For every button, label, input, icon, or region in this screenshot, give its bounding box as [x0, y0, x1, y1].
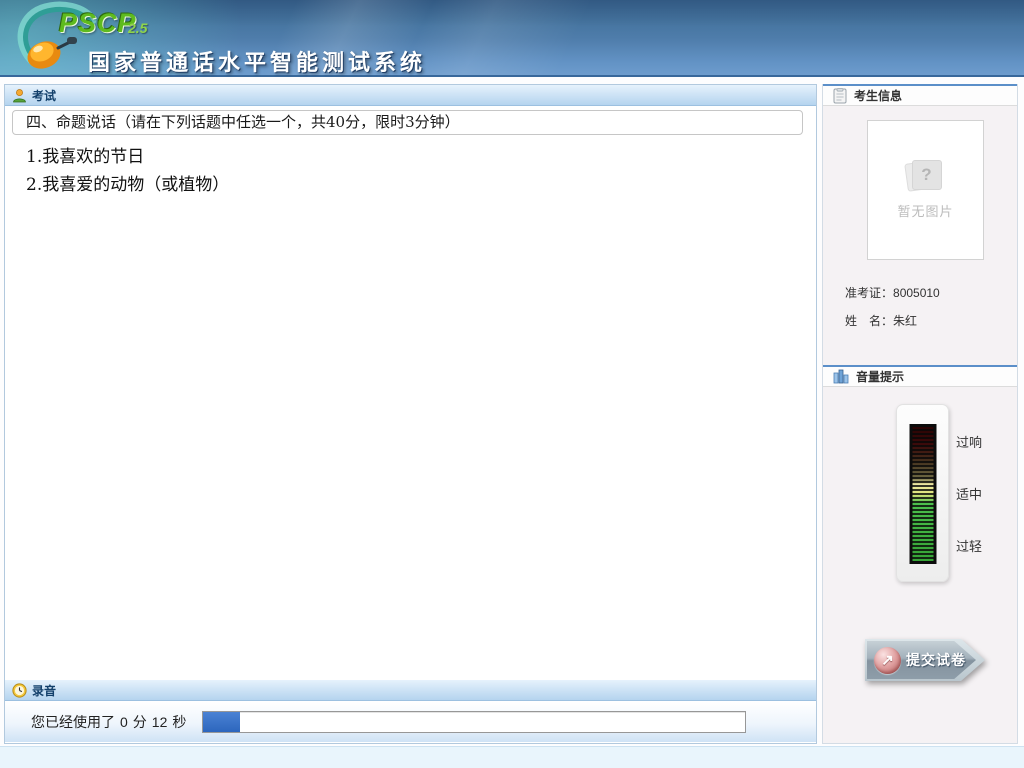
logo-text: PSCP	[59, 8, 137, 39]
logo-version: 2.5	[128, 20, 147, 36]
recording-progress-bar	[202, 711, 746, 733]
topic-list: 1.我喜欢的节日 2.我喜爱的动物（或植物）	[26, 143, 229, 199]
clipboard-icon	[833, 88, 847, 104]
question-box: 四、命题说话（请在下列话题中任选一个，共40分，限时3分钟）	[12, 110, 803, 135]
recording-usage-row: 您已经使用了 0分 12秒	[5, 702, 816, 742]
candidate-name-line: 姓 名：朱红	[845, 312, 917, 329]
bar-chart-icon	[833, 369, 849, 384]
volume-label-soft: 过轻	[956, 536, 982, 555]
usage-seconds: 12	[152, 714, 168, 730]
candidate-section-label: 考生信息	[854, 87, 902, 104]
exam-panel: 考试 四、命题说话（请在下列话题中任选一个，共40分，限时3分钟） 1.我喜欢的…	[4, 84, 817, 744]
app-title: 国家普通话水平智能测试系统	[88, 45, 426, 77]
volume-meter-box	[896, 404, 949, 582]
no-image-text: 暂无图片	[897, 201, 953, 220]
clock-icon	[12, 683, 27, 698]
submit-arrow-icon: ↗	[874, 647, 901, 674]
recording-section-label: 录音	[32, 682, 56, 699]
recording-section-bar: 录音	[5, 680, 816, 701]
submit-button-face: ↗ 提交试卷	[867, 641, 976, 679]
topic-item-2: 2.我喜爱的动物（或植物）	[26, 171, 229, 199]
candidate-name-label: 姓 名：	[845, 314, 893, 328]
exam-section-bar: 考试	[5, 85, 816, 106]
candidate-id-value: 8005010	[893, 286, 940, 300]
no-image-icon: ?	[910, 160, 942, 192]
candidate-id-line: 准考证：8005010	[845, 284, 940, 301]
volume-section-label: 音量提示	[856, 368, 904, 385]
candidate-name-value: 朱红	[893, 314, 917, 328]
exam-section-label: 考试	[32, 87, 56, 104]
volume-section-bar: 音量提示	[823, 365, 1017, 387]
usage-minutes: 0	[120, 714, 128, 730]
app-header: PSCP 2.5 国家普通话水平智能测试系统	[0, 0, 1024, 77]
volume-label-moderate: 适中	[956, 484, 982, 503]
candidate-section-bar: 考生信息	[823, 84, 1017, 106]
volume-label-loud: 过响	[956, 432, 982, 451]
recording-progress-fill	[203, 712, 240, 732]
usage-minutes-unit: 分	[133, 715, 147, 731]
submit-button-label: 提交试卷	[906, 650, 966, 670]
person-icon	[12, 88, 27, 103]
footer-strip	[0, 746, 1024, 768]
candidate-photo-placeholder: ? 暂无图片	[867, 120, 984, 260]
candidate-panel: 考生信息 ? 暂无图片 准考证：8005010 姓 名：朱红 音量提示 过响 适…	[822, 84, 1018, 744]
volume-meter	[909, 424, 936, 564]
submit-button[interactable]: ↗ 提交试卷	[865, 639, 985, 681]
usage-seconds-unit: 秒	[172, 715, 186, 731]
usage-text: 您已经使用了 0分 12秒	[31, 702, 186, 742]
candidate-id-label: 准考证：	[845, 286, 893, 300]
usage-prefix: 您已经使用了	[31, 715, 115, 731]
topic-item-1: 1.我喜欢的节日	[26, 143, 229, 171]
